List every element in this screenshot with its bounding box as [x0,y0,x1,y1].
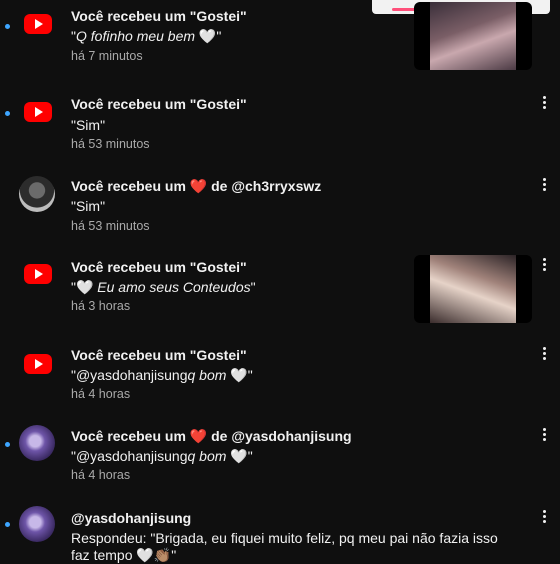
heart-icon: ❤️ [189,428,208,444]
avatar[interactable] [19,506,55,542]
more-vert-icon[interactable] [540,178,548,194]
notification-item[interactable]: Você recebeu um ❤️ de @yasdohanjisung "@… [0,421,560,493]
notification-title: Você recebeu um "Gostei" [71,259,247,275]
notification-text-continued: faz tempo 🤍👏🏽" [71,547,177,563]
notification-title: Você recebeu um ❤️ de @ch3rryxswz [71,178,322,194]
notification-title: Você recebeu um "Gostei" [71,8,247,24]
notification-title: Você recebeu um "Gostei" [71,96,247,112]
thumbnail-image [430,255,516,323]
video-thumbnail[interactable] [414,255,532,323]
youtube-icon [24,102,52,122]
notification-item[interactable]: Você recebeu um "Gostei" "Q fofinho meu … [0,0,560,80]
unread-dot [5,522,10,527]
more-vert-icon[interactable] [540,96,548,112]
youtube-icon [24,14,52,34]
notification-text: Respondeu: "Brigada, eu fiquei muito fel… [71,530,498,546]
youtube-icon [24,264,52,284]
notification-time: há 7 minutos [71,49,143,63]
notification-item[interactable]: @yasdohanjisung Respondeu: "Brigada, eu … [0,502,560,563]
notification-text: "@yasdohanjisungq bom 🤍" [71,448,253,464]
more-vert-icon[interactable] [540,258,548,274]
notification-text: "🤍 Eu amo seus Conteudos" [71,279,256,295]
more-vert-icon[interactable] [540,347,548,363]
unread-dot [5,111,10,116]
avatar[interactable] [19,176,55,212]
thumbnail-image [430,2,516,70]
avatar[interactable] [19,425,55,461]
notification-text: "@yasdohanjisungq bom 🤍" [71,367,253,383]
unread-dot [5,24,10,29]
notification-item[interactable]: Você recebeu um "Gostei" "@yasdohanjisun… [0,340,560,410]
notification-title: @yasdohanjisung [71,510,192,526]
notification-text: "Sim" [71,117,106,133]
heart-icon: ❤️ [189,178,208,194]
unread-dot [5,442,10,447]
more-vert-icon[interactable] [540,510,548,526]
notification-time: há 3 horas [71,299,131,313]
notification-time: há 53 minutos [71,219,150,233]
video-thumbnail[interactable] [414,2,532,70]
notification-item[interactable]: Você recebeu um "Gostei" "Sim" há 53 min… [0,88,560,160]
notification-title: Você recebeu um "Gostei" [71,347,247,363]
notification-text: "Sim" [71,198,106,214]
notification-time: há 53 minutos [71,137,150,151]
youtube-icon [24,354,52,374]
notification-item[interactable]: Você recebeu um "Gostei" "🤍 Eu amo seus … [0,252,560,332]
notification-item[interactable]: Você recebeu um ❤️ de @ch3rryxswz "Sim" … [0,170,560,240]
notification-title: Você recebeu um ❤️ de @yasdohanjisung [71,428,352,444]
more-vert-icon[interactable] [540,428,548,444]
notification-time: há 4 horas [71,468,131,482]
notification-text: "Q fofinho meu bem 🤍" [71,28,222,44]
notification-time: há 4 horas [71,387,131,401]
